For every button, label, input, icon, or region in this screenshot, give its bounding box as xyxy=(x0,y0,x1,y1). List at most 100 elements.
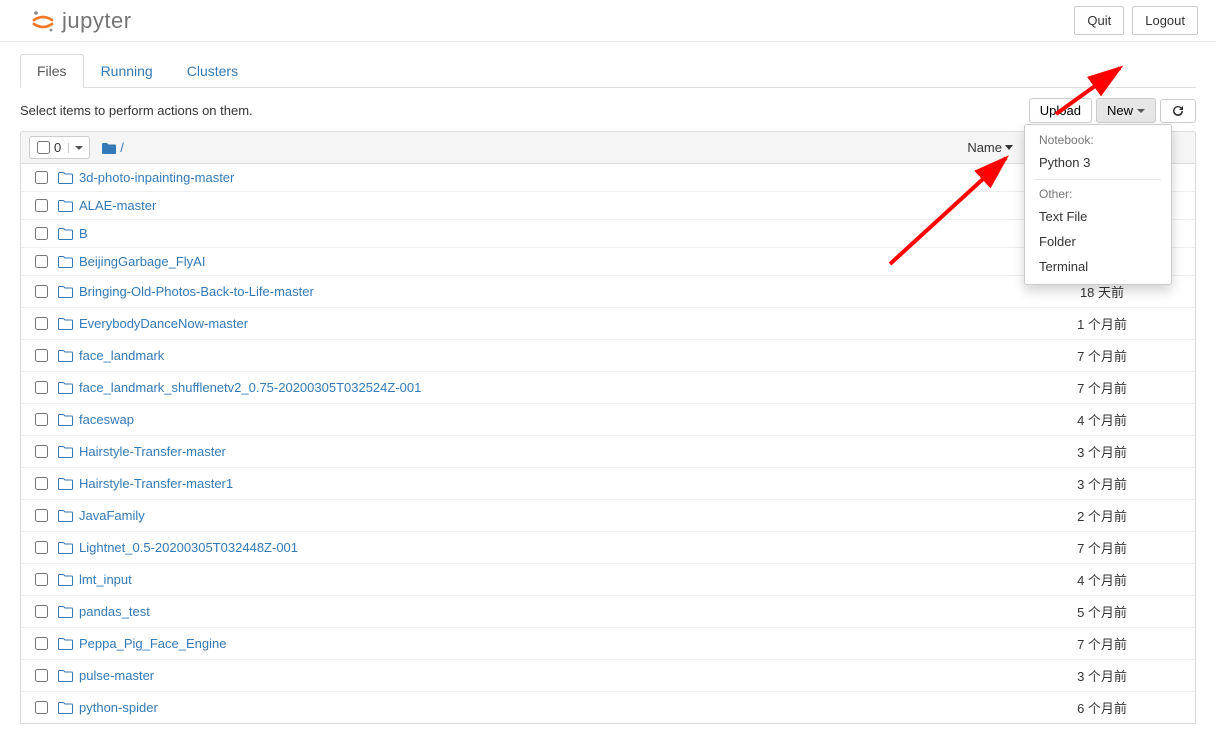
breadcrumb[interactable]: / xyxy=(102,140,124,155)
file-checkbox[interactable] xyxy=(35,317,48,330)
file-checkbox[interactable] xyxy=(35,509,48,522)
select-all-caret[interactable] xyxy=(68,143,89,153)
file-checkbox[interactable] xyxy=(35,445,48,458)
toolbar-row: Select items to perform actions on them.… xyxy=(20,98,1196,123)
file-row: Lightnet_0.5-20200305T032448Z-0017 个月前 xyxy=(21,531,1195,563)
file-link[interactable]: BeijingGarbage_FlyAI xyxy=(79,254,205,269)
tab-clusters[interactable]: Clusters xyxy=(170,54,255,88)
select-hint: Select items to perform actions on them. xyxy=(20,103,253,118)
dropdown-other-header: Other: xyxy=(1025,184,1171,204)
file-link[interactable]: Peppa_Pig_Face_Engine xyxy=(79,636,226,651)
caret-down-icon xyxy=(75,146,83,150)
dropdown-divider xyxy=(1035,179,1161,180)
file-checkbox[interactable] xyxy=(35,381,48,394)
header-buttons: Quit Logout xyxy=(1074,6,1198,35)
file-link[interactable]: 3d-photo-inpainting-master xyxy=(79,170,234,185)
file-link[interactable]: lmt_input xyxy=(79,572,132,587)
file-row: Hairstyle-Transfer-master3 个月前 xyxy=(21,435,1195,467)
jupyter-logo[interactable]: jupyter xyxy=(30,8,132,34)
select-all-check-part[interactable]: 0 xyxy=(30,137,68,158)
file-checkbox[interactable] xyxy=(35,541,48,554)
file-checkbox[interactable] xyxy=(35,285,48,298)
file-checkbox[interactable] xyxy=(35,171,48,184)
file-checkbox[interactable] xyxy=(35,413,48,426)
folder-icon xyxy=(58,381,73,394)
refresh-button[interactable] xyxy=(1160,99,1196,123)
folder-icon xyxy=(58,477,73,490)
folder-icon xyxy=(58,317,73,330)
main-tabs: Files Running Clusters xyxy=(20,54,1196,88)
folder-icon xyxy=(58,349,73,362)
file-checkbox[interactable] xyxy=(35,255,48,268)
dropdown-item-textfile[interactable]: Text File xyxy=(1025,204,1171,229)
file-row: pulse-master3 个月前 xyxy=(21,659,1195,691)
file-row: BeijingGarbage_FlyAI xyxy=(21,247,1195,275)
file-link[interactable]: face_landmark xyxy=(79,348,164,363)
new-button-label: New xyxy=(1107,103,1133,118)
file-row: 3d-photo-inpainting-master xyxy=(21,164,1195,191)
file-checkbox[interactable] xyxy=(35,605,48,618)
file-modified: 4 个月前 xyxy=(1017,570,1187,589)
file-row: ALAE-master xyxy=(21,191,1195,219)
file-link[interactable]: faceswap xyxy=(79,412,134,427)
dropdown-notebook-header: Notebook: xyxy=(1025,130,1171,150)
file-checkbox[interactable] xyxy=(35,573,48,586)
file-link[interactable]: face_landmark_shufflenetv2_0.75-20200305… xyxy=(79,380,421,395)
folder-icon xyxy=(58,227,73,240)
quit-button[interactable]: Quit xyxy=(1074,6,1124,35)
select-all-checkbox[interactable] xyxy=(37,141,50,154)
file-link[interactable]: ALAE-master xyxy=(79,198,156,213)
tab-running[interactable]: Running xyxy=(84,54,170,88)
file-list: 3d-photo-inpainting-master ALAE-master B Be… xyxy=(20,164,1196,724)
file-checkbox[interactable] xyxy=(35,477,48,490)
selected-count: 0 xyxy=(54,140,61,155)
file-checkbox[interactable] xyxy=(35,199,48,212)
file-link[interactable]: B xyxy=(79,226,88,241)
file-checkbox[interactable] xyxy=(35,349,48,362)
file-link[interactable]: Hairstyle-Transfer-master1 xyxy=(79,476,233,491)
file-checkbox[interactable] xyxy=(35,669,48,682)
folder-icon xyxy=(102,142,116,154)
file-row: B xyxy=(21,219,1195,247)
file-checkbox[interactable] xyxy=(35,227,48,240)
logout-button[interactable]: Logout xyxy=(1132,6,1198,35)
dropdown-item-folder[interactable]: Folder xyxy=(1025,229,1171,254)
new-button[interactable]: New xyxy=(1096,98,1156,123)
jupyter-logo-icon xyxy=(30,8,56,34)
folder-icon xyxy=(58,573,73,586)
sort-arrow-icon xyxy=(1005,145,1013,150)
folder-icon xyxy=(58,509,73,522)
file-row: EverybodyDanceNow-master 1 个月前 xyxy=(21,307,1195,339)
file-row: faceswap 4 个月前 xyxy=(21,403,1195,435)
file-row: face_landmark7 个月前 xyxy=(21,339,1195,371)
column-name-header[interactable]: Name xyxy=(967,140,1017,155)
file-checkbox[interactable] xyxy=(35,637,48,650)
folder-icon xyxy=(58,669,73,682)
file-link[interactable]: pandas_test xyxy=(79,604,150,619)
file-row: Peppa_Pig_Face_Engine7 个月前 xyxy=(21,627,1195,659)
file-link[interactable]: JavaFamily xyxy=(79,508,145,523)
select-all-group[interactable]: 0 xyxy=(29,136,90,159)
dropdown-item-terminal[interactable]: Terminal xyxy=(1025,254,1171,279)
file-link[interactable]: Hairstyle-Transfer-master xyxy=(79,444,226,459)
tab-files[interactable]: Files xyxy=(20,54,84,88)
file-modified: 4 个月前 xyxy=(1017,410,1187,429)
file-link[interactable]: pulse-master xyxy=(79,668,154,683)
file-row: lmt_input 4 个月前 xyxy=(21,563,1195,595)
file-link[interactable]: EverybodyDanceNow-master xyxy=(79,316,248,331)
refresh-icon xyxy=(1171,104,1185,118)
folder-icon xyxy=(58,413,73,426)
upload-button[interactable]: Upload xyxy=(1029,98,1092,123)
dropdown-item-python3[interactable]: Python 3 xyxy=(1025,150,1171,175)
file-link[interactable]: Lightnet_0.5-20200305T032448Z-001 xyxy=(79,540,298,555)
file-modified: 2 个月前 xyxy=(1017,506,1187,525)
file-link[interactable]: Bringing-Old-Photos-Back-to-Life-master xyxy=(79,284,314,299)
file-checkbox[interactable] xyxy=(35,701,48,714)
file-row: face_landmark_shufflenetv2_0.75-20200305… xyxy=(21,371,1195,403)
folder-icon xyxy=(58,701,73,714)
file-modified: 1 个月前 xyxy=(1017,314,1187,333)
folder-icon xyxy=(58,445,73,458)
file-modified: 3 个月前 xyxy=(1017,474,1187,493)
file-modified: 7 个月前 xyxy=(1017,378,1187,397)
file-link[interactable]: python-spider xyxy=(79,700,158,715)
